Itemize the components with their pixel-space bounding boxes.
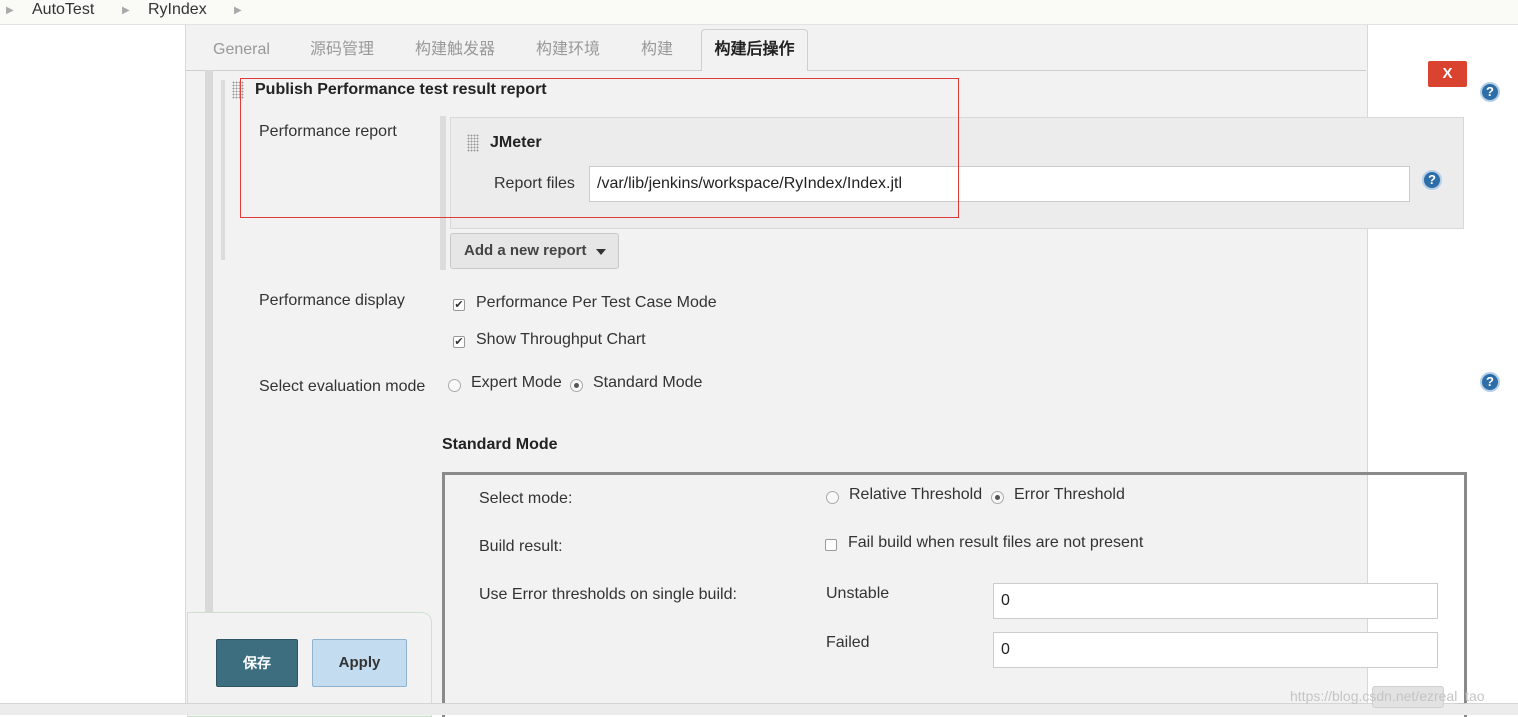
- tab-build-environment[interactable]: 构建环境: [536, 40, 600, 60]
- fail-build-label: Fail build when result files are not pre…: [848, 534, 1144, 551]
- help-icon[interactable]: ?: [1480, 82, 1500, 102]
- throughput-chart-label: Show Throughput Chart: [476, 331, 646, 348]
- delete-publisher-button[interactable]: X: [1428, 61, 1467, 87]
- standard-mode-heading: Standard Mode: [442, 436, 558, 453]
- unstable-label: Unstable: [826, 585, 890, 602]
- breadcrumb-item-ryindex[interactable]: RyIndex: [148, 0, 207, 20]
- highlight-box: [240, 78, 959, 218]
- unstable-threshold-input[interactable]: [993, 583, 1438, 619]
- help-icon[interactable]: ?: [1422, 170, 1442, 190]
- failed-label: Failed: [826, 634, 870, 651]
- per-test-case-label: Performance Per Test Case Mode: [476, 294, 717, 311]
- apply-button[interactable]: Apply: [312, 639, 407, 687]
- evaluation-mode-label: Select evaluation mode: [259, 378, 426, 395]
- tab-scm[interactable]: 源码管理: [310, 40, 374, 60]
- standard-mode-label: Standard Mode: [593, 374, 703, 391]
- breadcrumb: ▶ AutoTest ▶ RyIndex ▶: [0, 0, 1518, 25]
- breadcrumb-item-autotest[interactable]: AutoTest: [32, 0, 94, 20]
- error-threshold-label: Error Threshold: [1014, 486, 1125, 503]
- save-button[interactable]: 保存: [216, 639, 298, 687]
- performance-display-label: Performance display: [259, 292, 405, 309]
- breadcrumb-arrow-icon: ▶: [6, 5, 14, 16]
- tab-build[interactable]: 构建: [641, 40, 673, 60]
- tab-post-build-actions[interactable]: 构建后操作: [701, 29, 808, 71]
- build-result-label: Build result:: [479, 538, 563, 555]
- relative-threshold-radio[interactable]: [826, 491, 839, 504]
- expert-mode-radio[interactable]: [448, 379, 461, 392]
- error-thresholds-label: Use Error thresholds on single build:: [479, 586, 737, 603]
- chevron-down-icon: [596, 249, 606, 255]
- per-test-case-checkbox[interactable]: ✔: [453, 299, 465, 311]
- failed-threshold-input[interactable]: [993, 632, 1438, 668]
- watermark: https://blog.csdn.net/ezreal_tao: [1290, 688, 1485, 704]
- select-mode-label: Select mode:: [479, 490, 573, 507]
- tab-general[interactable]: General: [213, 40, 270, 60]
- standard-mode-radio[interactable]: [570, 379, 583, 392]
- error-threshold-radio[interactable]: [991, 491, 1004, 504]
- fail-build-checkbox[interactable]: [825, 539, 837, 551]
- tab-build-triggers[interactable]: 构建触发器: [415, 40, 495, 60]
- add-new-report-label: Add a new report: [464, 242, 587, 259]
- expert-mode-label: Expert Mode: [471, 374, 562, 391]
- breadcrumb-arrow-icon[interactable]: ▶: [234, 5, 242, 16]
- relative-threshold-label: Relative Threshold: [849, 486, 983, 503]
- section-bar: [221, 80, 225, 260]
- add-new-report-button[interactable]: Add a new report: [450, 233, 619, 269]
- help-icon[interactable]: ?: [1480, 372, 1500, 392]
- breadcrumb-arrow-icon[interactable]: ▶: [122, 5, 130, 16]
- throughput-chart-checkbox[interactable]: ✔: [453, 336, 465, 348]
